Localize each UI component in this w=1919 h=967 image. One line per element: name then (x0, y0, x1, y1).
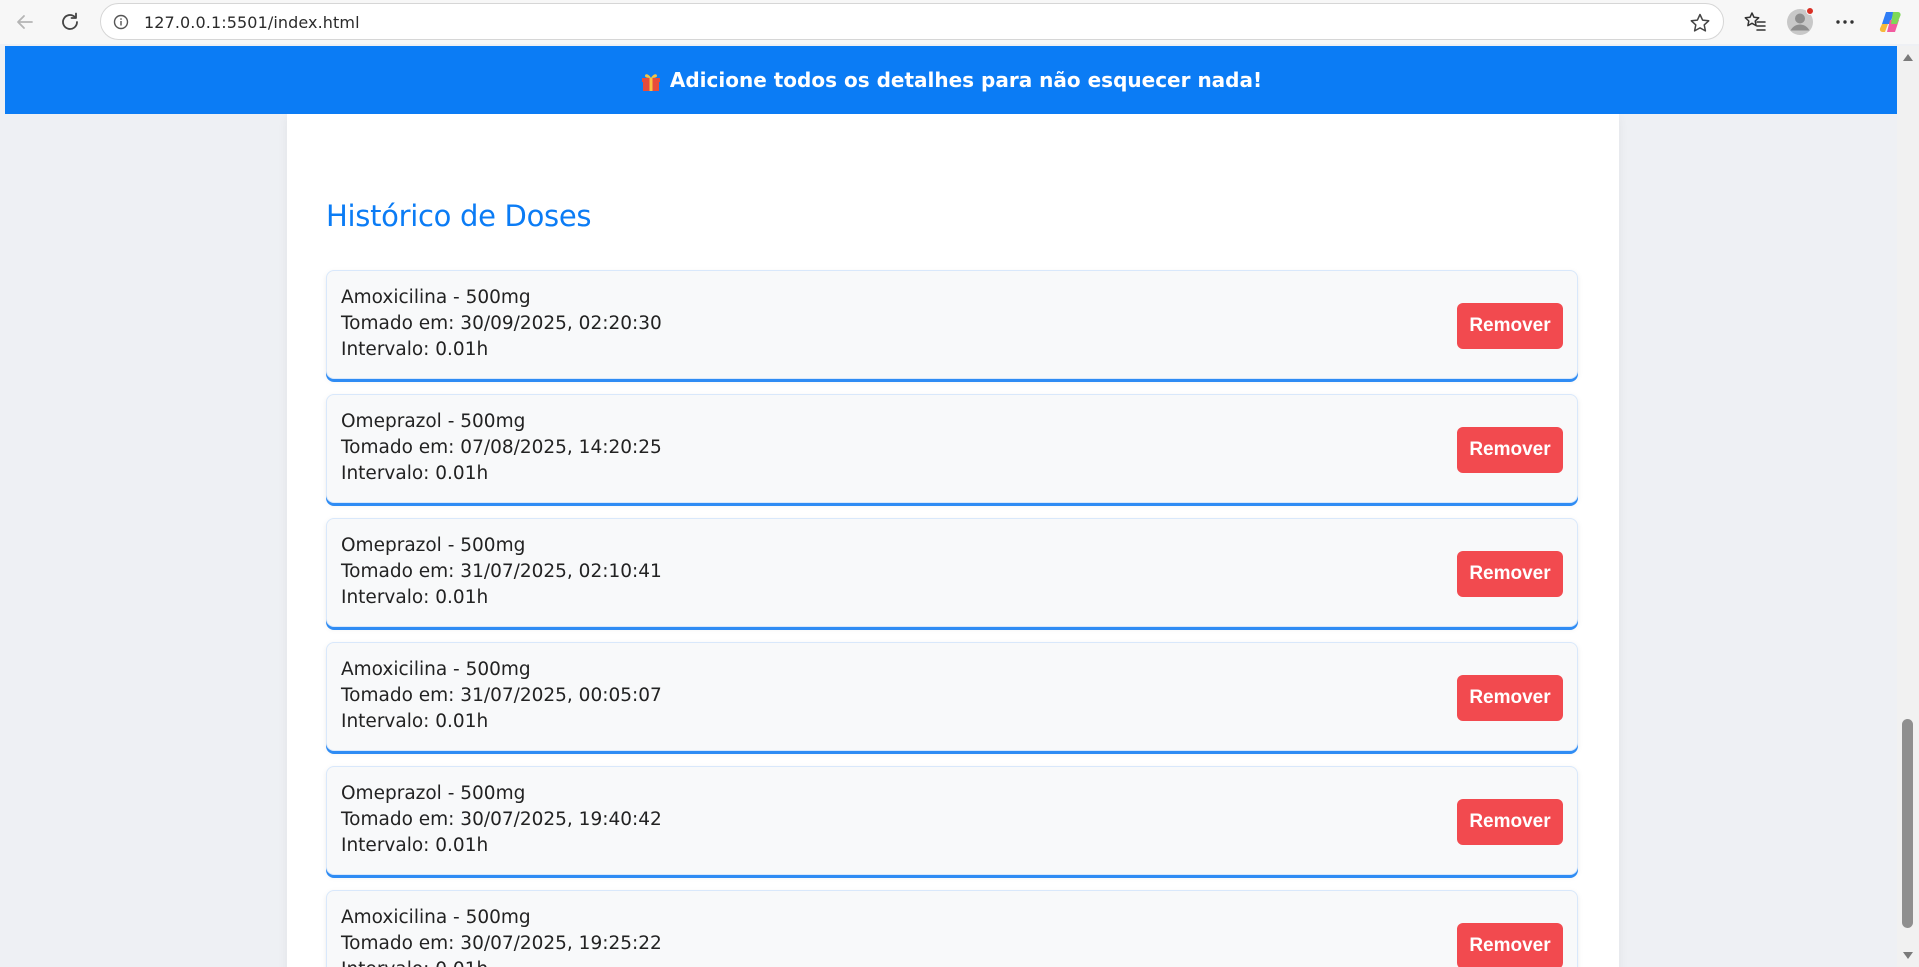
reload-icon (62, 12, 78, 30)
dose-interval: Intervalo: 0.01h (341, 339, 489, 360)
dose-name: Omeprazol - 500mg (341, 535, 526, 556)
back-button[interactable] (12, 9, 38, 35)
dose-name: Amoxicilina - 500mg (341, 659, 531, 680)
dose-interval: Intervalo: 0.01h (341, 463, 489, 484)
address-bar[interactable]: 127.0.0.1:5501/index.html (100, 3, 1724, 40)
dose-taken-time: Tomado em: 30/09/2025, 02:20:30 (341, 313, 662, 334)
favorites-button[interactable] (1741, 8, 1769, 36)
remove-button[interactable]: Remover (1457, 799, 1563, 845)
dose-taken-time: Tomado em: 07/08/2025, 14:20:25 (341, 437, 662, 458)
dose-info: Amoxicilina - 500mg Tomado em: 30/09/202… (341, 285, 662, 363)
dose-info: Amoxicilina - 500mg Tomado em: 31/07/202… (341, 657, 662, 735)
remove-button[interactable]: Remover (1457, 675, 1563, 721)
copilot-icon (1879, 12, 1901, 32)
profile-icon (1787, 7, 1814, 35)
dose-taken-time: Tomado em: 30/07/2025, 19:25:22 (341, 933, 662, 954)
scroll-down-icon[interactable] (1903, 952, 1913, 959)
info-banner: Adicione todos os detalhes para não esqu… (5, 46, 1897, 114)
star-icon[interactable] (1689, 12, 1711, 34)
vertical-scrollbar[interactable] (1897, 46, 1919, 967)
dose-name: Amoxicilina - 500mg (341, 287, 531, 308)
dose-taken-time: Tomado em: 31/07/2025, 02:10:41 (341, 561, 662, 582)
dose-item: Amoxicilina - 500mg Tomado em: 31/07/202… (326, 642, 1578, 751)
browser-toolbar: 127.0.0.1:5501/index.html (0, 0, 1919, 44)
dose-name: Amoxicilina - 500mg (341, 907, 531, 928)
remove-button[interactable]: Remover (1457, 551, 1563, 597)
favorites-icon (1744, 12, 1766, 31)
scroll-thumb[interactable] (1902, 719, 1913, 928)
dose-interval: Intervalo: 0.01h (341, 587, 489, 608)
more-icon (1836, 20, 1854, 24)
dose-item: Amoxicilina - 500mg Tomado em: 30/09/202… (326, 270, 1578, 379)
dose-name: Omeprazol - 500mg (341, 783, 526, 804)
remove-button[interactable]: Remover (1457, 427, 1563, 473)
arrow-left-icon (17, 15, 33, 29)
dose-interval: Intervalo: 0.01h (341, 957, 662, 967)
dose-taken-time: Tomado em: 30/07/2025, 19:40:42 (341, 809, 662, 830)
dose-info: Omeprazol - 500mg Tomado em: 31/07/2025,… (341, 533, 662, 611)
dose-name: Omeprazol - 500mg (341, 411, 526, 432)
info-icon[interactable] (113, 14, 129, 30)
dose-taken-time: Tomado em: 31/07/2025, 00:05:07 (341, 685, 662, 706)
profile-button[interactable] (1785, 6, 1817, 38)
dose-info: Amoxicilina - 500mg Tomado em: 30/07/202… (341, 905, 662, 967)
remove-button[interactable]: Remover (1457, 303, 1563, 349)
history-panel: Histórico de Doses Amoxicilina - 500mg T… (287, 114, 1619, 967)
dose-item: Omeprazol - 500mg Tomado em: 31/07/2025,… (326, 518, 1578, 627)
dose-item: Omeprazol - 500mg Tomado em: 30/07/2025,… (326, 766, 1578, 875)
banner-text: Adicione todos os detalhes para não esqu… (669, 68, 1263, 92)
url-text[interactable]: 127.0.0.1:5501/index.html (144, 13, 360, 32)
more-button[interactable] (1831, 8, 1859, 36)
scroll-up-icon[interactable] (1903, 54, 1913, 61)
dose-info: Omeprazol - 500mg Tomado em: 07/08/2025,… (341, 409, 662, 487)
dose-interval: Intervalo: 0.01h (341, 711, 489, 732)
dose-list: Amoxicilina - 500mg Tomado em: 30/09/202… (326, 270, 1578, 967)
copilot-button[interactable] (1877, 8, 1905, 36)
dose-item: Amoxicilina - 500mg Tomado em: 30/07/202… (326, 890, 1578, 967)
reload-button[interactable] (57, 9, 83, 35)
page-title: Histórico de Doses (326, 199, 592, 233)
remove-button[interactable]: Remover (1457, 923, 1563, 967)
dose-interval: Intervalo: 0.01h (341, 835, 489, 856)
page-viewport: Adicione todos os detalhes para não esqu… (5, 46, 1897, 967)
dose-info: Omeprazol - 500mg Tomado em: 30/07/2025,… (341, 781, 662, 859)
gift-icon (641, 74, 660, 91)
dose-item: Omeprazol - 500mg Tomado em: 07/08/2025,… (326, 394, 1578, 503)
